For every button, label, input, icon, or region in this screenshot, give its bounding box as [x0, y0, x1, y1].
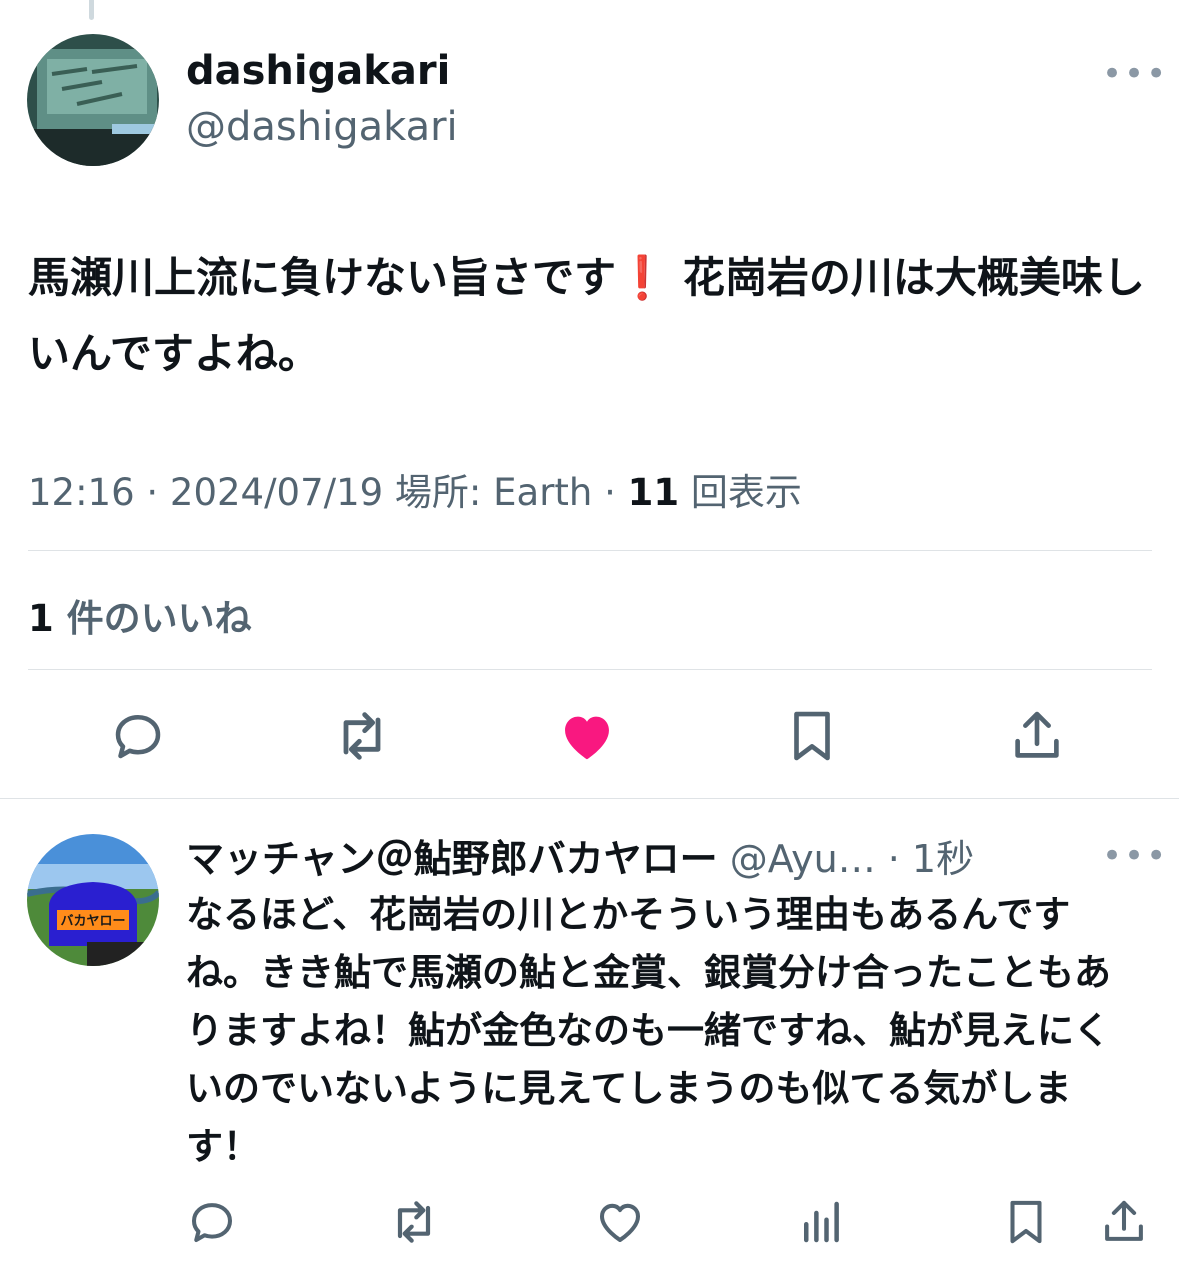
- author-avatar[interactable]: [27, 34, 159, 166]
- aquarium-photo: [27, 34, 159, 166]
- reply-display-name[interactable]: マッチャン＠鮎野郎バカヤロー: [186, 837, 718, 881]
- more-options-icon[interactable]: •••: [1102, 54, 1168, 94]
- retweet-button[interactable]: [326, 700, 398, 772]
- exclamation-emoji: ❗️: [616, 253, 669, 302]
- reply-retweet-button[interactable]: [384, 1192, 444, 1252]
- tweet-text: 馬瀬川上流に負けない旨さです❗️ 花崗岩の川は大概美味しいんですよね。: [28, 240, 1158, 392]
- reply-bookmark-button[interactable]: [996, 1192, 1056, 1252]
- reply-analytics-button[interactable]: [792, 1192, 852, 1252]
- analytics-icon: [804, 1201, 839, 1243]
- reply-author-avatar[interactable]: バカヤロー: [27, 834, 159, 966]
- views-count: 11: [627, 471, 680, 514]
- cap-photo: バカヤロー: [27, 834, 159, 966]
- reply-handle-time[interactable]: @Ayu… · 1秒: [718, 837, 974, 881]
- likes-count: 1: [28, 597, 54, 640]
- share-button[interactable]: [1001, 700, 1073, 772]
- tweet-text-part-1: 馬瀬川上流に負けない旨さです: [28, 253, 617, 302]
- tweet-meta: 12:16 · 2024/07/19 場所: Earth · 11 回表示: [28, 462, 802, 516]
- author-display-name[interactable]: dashigakari: [186, 48, 450, 94]
- reply-share-button[interactable]: [1094, 1192, 1154, 1252]
- share-icon: [1015, 711, 1059, 758]
- views-label: 回表示: [679, 471, 802, 514]
- like-button[interactable]: [551, 700, 623, 772]
- heart-outline-icon: [599, 1203, 641, 1243]
- section-divider: [0, 798, 1179, 799]
- bookmark-icon: [1010, 1200, 1042, 1244]
- bookmark-button[interactable]: [776, 700, 848, 772]
- reply-button[interactable]: [102, 700, 174, 772]
- bookmark-icon: [794, 711, 830, 761]
- retweet-icon: [343, 712, 381, 760]
- reply-icon: [191, 1203, 233, 1243]
- likes-summary[interactable]: 1 件のいいね: [28, 588, 252, 642]
- share-icon: [1105, 1200, 1143, 1241]
- reply-icon: [115, 715, 161, 759]
- timestamp-location: 12:16 · 2024/07/19 場所: Earth ·: [28, 471, 628, 514]
- reply-text: なるほど、花崗岩の川とかそういう理由もあるんですね。きき鮎で馬瀬の鮎と金賞、銀賞…: [186, 893, 1111, 1168]
- reply-reply-button[interactable]: [182, 1192, 242, 1252]
- likes-label: 件のいいね: [53, 597, 252, 640]
- retweet-icon: [397, 1201, 431, 1243]
- cap-logo-text: バカヤロー: [60, 914, 125, 929]
- divider: [28, 550, 1152, 551]
- reply-header[interactable]: マッチャン＠鮎野郎バカヤロー @Ayu… · 1秒: [186, 828, 974, 883]
- heart-filled-icon: [565, 716, 609, 760]
- reply-like-button[interactable]: [590, 1192, 650, 1252]
- thread-connector-line: [89, 0, 94, 20]
- author-handle[interactable]: @dashigakari: [186, 104, 458, 150]
- divider: [28, 669, 1152, 670]
- reply-more-options-icon[interactable]: •••: [1102, 836, 1168, 876]
